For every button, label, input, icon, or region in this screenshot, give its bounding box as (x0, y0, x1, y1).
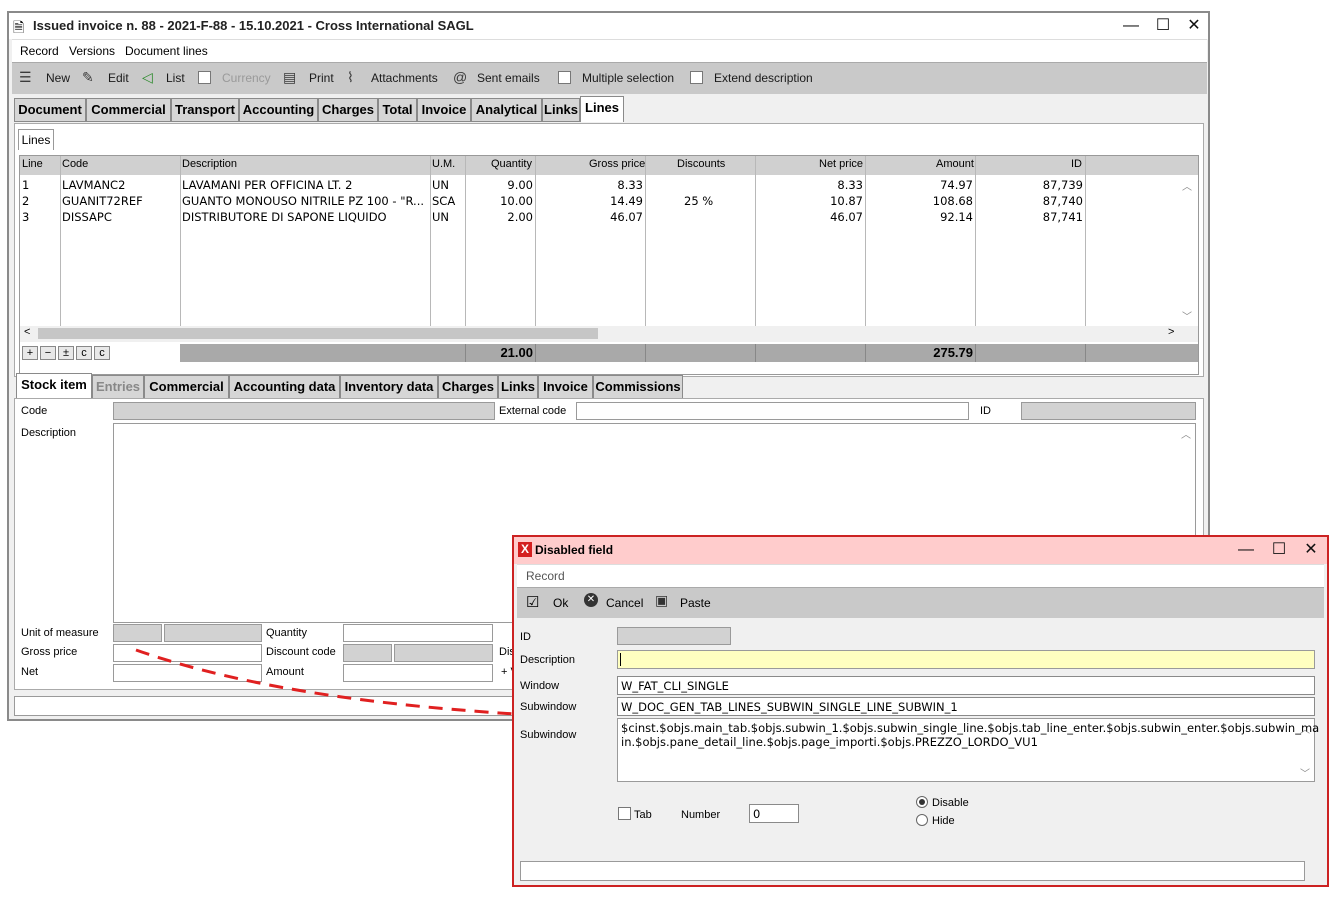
checkmark-icon: ☑ (526, 594, 540, 611)
hide-radio[interactable] (916, 814, 928, 826)
disable-label: Disable (932, 797, 969, 809)
path-line-2: in.$objs.pane_detail_line.$objs.page_imp… (621, 735, 1038, 749)
dialog-close-button[interactable]: ✕ (1296, 539, 1326, 561)
dialog-description-label: Description (520, 654, 576, 666)
window-field[interactable]: W_FAT_CLI_SINGLE (617, 676, 1315, 695)
subwindow-path-label: Subwindow (520, 729, 577, 741)
chevron-up-icon[interactable]: ︿ (1300, 721, 1310, 736)
tab-checkbox[interactable] (618, 807, 631, 820)
cancel-button[interactable]: Cancel (606, 596, 643, 610)
subwindow-field[interactable]: W_DOC_GEN_TAB_LINES_SUBWIN_SINGLE_LINE_S… (617, 697, 1315, 716)
disable-radio[interactable] (916, 796, 928, 808)
subwindow-label: Subwindow (520, 701, 577, 713)
cancel-icon: ✕ (584, 593, 598, 607)
window-label: Window (520, 680, 560, 692)
error-icon: X (518, 542, 532, 557)
subwindow-path-textarea[interactable]: $cinst.$objs.main_tab.$objs.subwin_1.$ob… (617, 718, 1319, 782)
path-line-1: $cinst.$objs.main_tab.$objs.subwin_1.$ob… (621, 721, 1320, 735)
dialog-toolbar: ☑ Ok ✕ Cancel ▣ Paste (517, 587, 1324, 618)
dialog-description-field[interactable] (617, 650, 1315, 669)
dialog-status-bar (520, 861, 1305, 881)
chevron-down-icon[interactable]: ﹀ (1300, 765, 1310, 780)
text-cursor (620, 653, 621, 666)
dialog-menu-record[interactable]: Record (526, 569, 565, 583)
paste-button[interactable]: Paste (680, 596, 711, 610)
dialog-id-label: ID (520, 631, 531, 643)
dialog-title: Disabled field (535, 543, 614, 557)
number-label: Number (681, 809, 721, 821)
paste-icon: ▣ (655, 592, 669, 608)
dialog-id-field[interactable] (617, 627, 731, 645)
dialog-maximize-button[interactable]: ☐ (1264, 539, 1294, 561)
tab-label: Tab (634, 809, 652, 821)
hide-label: Hide (932, 815, 955, 827)
dialog-menu-bar: Record (517, 564, 1324, 587)
ok-button[interactable]: Ok (553, 596, 568, 610)
dialog-title-bar: X Disabled field — ☐ ✕ (514, 537, 1327, 564)
dialog-minimize-button[interactable]: — (1231, 539, 1261, 561)
disabled-field-dialog: X Disabled field — ☐ ✕ Record ☑ Ok ✕ Can… (512, 535, 1329, 887)
number-field[interactable]: 0 (749, 804, 799, 823)
